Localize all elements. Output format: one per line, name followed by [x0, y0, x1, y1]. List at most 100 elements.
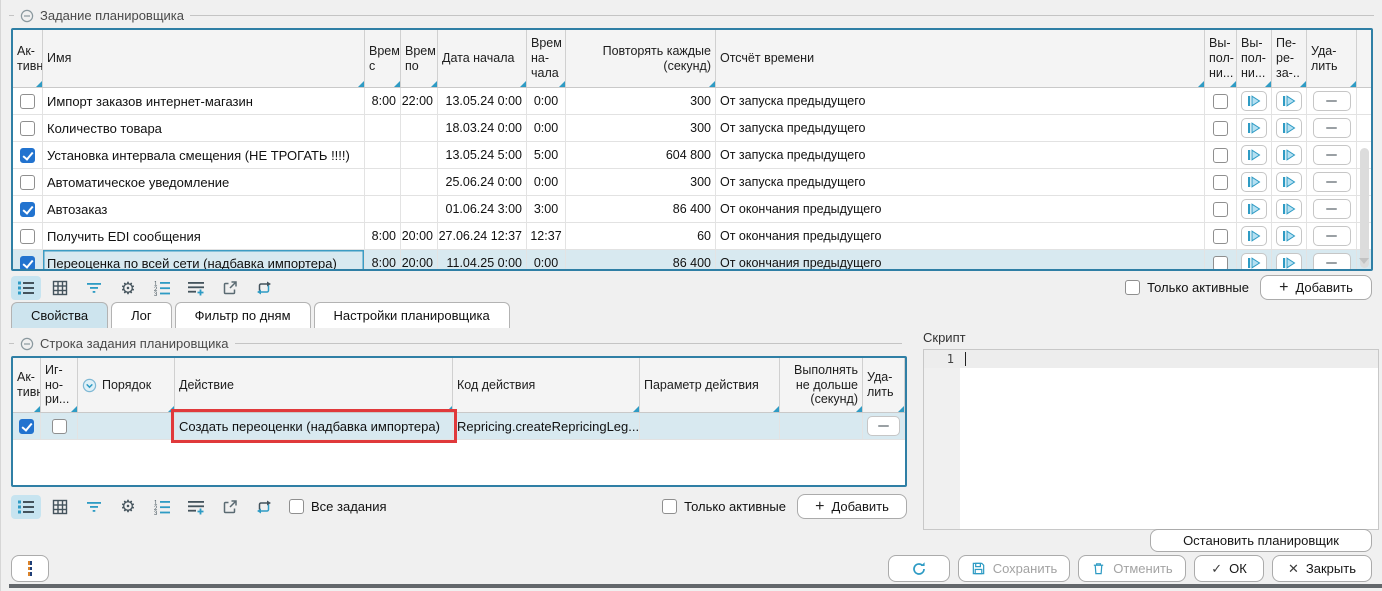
cell-time-from[interactable]: 8:00 [365, 88, 401, 114]
delete-row-button[interactable] [867, 416, 900, 436]
add-task-button[interactable]: Добавить [1260, 275, 1372, 300]
cell-time-to[interactable] [401, 115, 438, 141]
cell-time-to[interactable] [401, 169, 438, 195]
row-active-checkbox[interactable] [20, 256, 35, 271]
cell-start-date[interactable]: 25.06.24 0:00 [438, 169, 527, 195]
settings-gear-icon[interactable] [113, 276, 143, 300]
column-delete-header[interactable]: Уда-лить [863, 358, 905, 412]
column-timing-header[interactable]: Отсчёт времени [716, 30, 1205, 87]
cell-name[interactable]: Установка интервала смещения (НЕ ТРОГАТЬ… [43, 142, 365, 168]
cell-max-duration[interactable] [780, 413, 863, 439]
cell-start-time[interactable]: 0:00 [527, 88, 566, 114]
delete-row-button[interactable] [1313, 172, 1351, 192]
cell-name[interactable]: Количество товара [43, 115, 365, 141]
grid-view-icon[interactable] [45, 495, 75, 519]
restart-button[interactable] [1276, 172, 1302, 192]
list-view-icon[interactable] [11, 495, 41, 519]
cell-order[interactable] [78, 413, 175, 439]
run-checkbox[interactable] [1213, 175, 1228, 190]
run-now-button[interactable] [1241, 253, 1267, 271]
column-active-header[interactable]: Ак-тивн [13, 30, 43, 87]
settings-gear-icon[interactable] [113, 495, 143, 519]
only-active-checkbox[interactable] [1125, 280, 1140, 295]
restart-button[interactable] [1276, 118, 1302, 138]
delete-row-button[interactable] [1313, 199, 1351, 219]
close-button[interactable]: Закрыть [1272, 555, 1372, 582]
row-active-checkbox[interactable] [20, 121, 35, 136]
grid-view-icon[interactable] [45, 276, 75, 300]
numbered-list-icon[interactable]: 123 [147, 276, 177, 300]
run-now-button[interactable] [1241, 172, 1267, 192]
column-max-duration-header[interactable]: Выполнять не дольше (секунд) [780, 358, 863, 412]
run-now-button[interactable] [1241, 145, 1267, 165]
restart-button[interactable] [1276, 199, 1302, 219]
cell-start-date[interactable]: 18.03.24 0:00 [438, 115, 527, 141]
restart-button[interactable] [1276, 91, 1302, 111]
column-start-time-header[interactable]: Врем на-чала [527, 30, 566, 87]
run-checkbox[interactable] [1213, 148, 1228, 163]
cell-start-time[interactable]: 3:00 [527, 196, 566, 222]
cell-action-code[interactable]: Repricing.createRepricingLeg... [453, 413, 640, 439]
save-button[interactable]: Сохранить [958, 555, 1070, 582]
repeat-loop-icon[interactable] [249, 495, 279, 519]
run-checkbox[interactable] [1213, 256, 1228, 271]
cell-start-date[interactable]: 27.06.24 12:37 [438, 223, 527, 249]
run-checkbox[interactable] [1213, 202, 1228, 217]
cell-start-time[interactable]: 0:00 [527, 250, 566, 271]
stop-scheduler-button[interactable]: Остановить планировщик [1150, 529, 1372, 552]
cell-repeat[interactable]: 300 [566, 115, 716, 141]
cell-time-from[interactable]: 8:00 [365, 250, 401, 271]
sort-ascending-icon[interactable] [82, 378, 97, 393]
column-ignore-header[interactable]: Иг-но-ри... [41, 358, 78, 412]
all-tasks-filter[interactable]: Все задания [289, 499, 387, 514]
column-time-to-header[interactable]: Врем по [401, 30, 438, 87]
numbered-list-icon[interactable]: 123 [147, 495, 177, 519]
table-row[interactable]: Импорт заказов интернет-магазин 8:00 22:… [13, 88, 1371, 115]
column-active-header[interactable]: Ак-тивн [13, 358, 41, 412]
delete-row-button[interactable] [1313, 91, 1351, 111]
cell-repeat[interactable]: 86 400 [566, 250, 716, 271]
all-tasks-checkbox[interactable] [289, 499, 304, 514]
cell-action-highlighted[interactable]: Создать переоценки (надбавка импортера) [175, 413, 453, 439]
collapse-icon[interactable] [20, 337, 34, 351]
cell-time-from[interactable] [365, 115, 401, 141]
cell-time-to[interactable] [401, 196, 438, 222]
delete-row-button[interactable] [1313, 145, 1351, 165]
ignore-checkbox[interactable] [52, 419, 67, 434]
cell-time-from[interactable] [365, 196, 401, 222]
column-run1-header[interactable]: Вы-пол-ни... [1205, 30, 1237, 87]
filter-icon[interactable] [79, 276, 109, 300]
tab-log[interactable]: Лог [111, 302, 172, 328]
column-run2-header[interactable]: Вы-пол-ни... [1237, 30, 1272, 87]
cell-repeat[interactable]: 604 800 [566, 142, 716, 168]
row-active-checkbox[interactable] [20, 229, 35, 244]
tab-day-filter[interactable]: Фильтр по дням [175, 302, 311, 328]
cell-repeat[interactable]: 300 [566, 169, 716, 195]
table-row[interactable]: Получить EDI сообщения 8:00 20:00 27.06.… [13, 223, 1371, 250]
run-checkbox[interactable] [1213, 121, 1228, 136]
tab-properties[interactable]: Свойства [11, 302, 108, 328]
row-active-checkbox[interactable] [20, 94, 35, 109]
column-action-code-header[interactable]: Код действия [453, 358, 640, 412]
repeat-loop-icon[interactable] [249, 276, 279, 300]
table-row-selected[interactable]: Переоценка по всей сети (надбавка импорт… [13, 250, 1371, 271]
restart-button[interactable] [1276, 226, 1302, 246]
cell-timing[interactable]: От запуска предыдущего [716, 169, 1205, 195]
cell-name[interactable]: Импорт заказов интернет-магазин [43, 88, 365, 114]
only-active-filter[interactable]: Только активные [1125, 280, 1249, 295]
cell-time-from[interactable]: 8:00 [365, 223, 401, 249]
script-editor[interactable]: 1 [923, 349, 1379, 530]
cell-repeat[interactable]: 300 [566, 88, 716, 114]
column-start-date-header[interactable]: Дата начала [438, 30, 527, 87]
cell-start-time[interactable]: 0:00 [527, 115, 566, 141]
cell-repeat[interactable]: 60 [566, 223, 716, 249]
add-line-button[interactable]: Добавить [797, 494, 907, 519]
run-now-button[interactable] [1241, 199, 1267, 219]
collapse-icon[interactable] [20, 9, 34, 23]
cell-time-to[interactable]: 22:00 [401, 88, 438, 114]
row-active-checkbox[interactable] [20, 148, 35, 163]
cell-name[interactable]: Переоценка по всей сети (надбавка импорт… [43, 250, 365, 271]
open-external-icon[interactable] [215, 276, 245, 300]
run-now-button[interactable] [1241, 91, 1267, 111]
vertical-scrollbar-thumb[interactable] [1360, 148, 1369, 268]
